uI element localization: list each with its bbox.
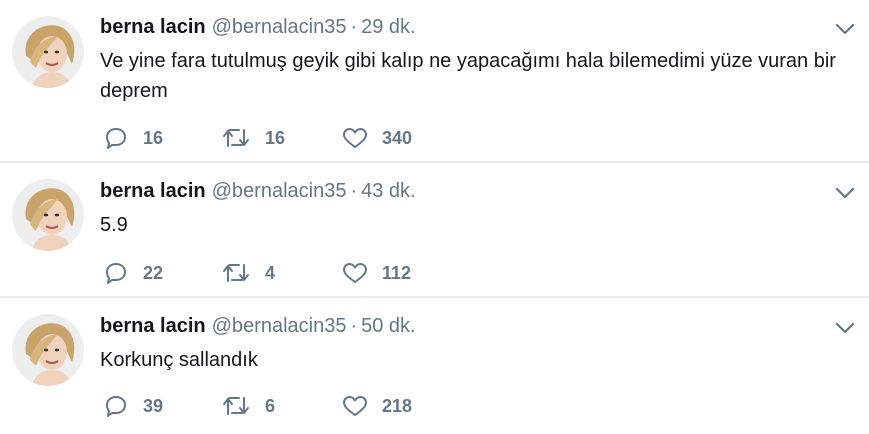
avatar[interactable] — [12, 179, 84, 251]
tweet-header: berna lacin @bernalacin35 · 50 dk. — [100, 314, 416, 338]
tweet[interactable]: berna lacin @bernalacin35 · 43 dk. 5.9 22 4 — [0, 162, 869, 297]
display-name[interactable]: berna lacin — [100, 16, 206, 38]
tweet-text: 5.9 — [100, 214, 128, 236]
like-count: 112 — [382, 262, 412, 283]
separator-dot: · — [350, 16, 358, 38]
heart-icon — [343, 396, 367, 416]
reply-icon — [106, 396, 126, 417]
tweet-header: berna lacin @bernalacin35 · 43 dk. — [100, 179, 416, 203]
avatar[interactable] — [12, 314, 84, 386]
heart-icon — [343, 263, 367, 283]
chevron-down-icon[interactable] — [835, 186, 855, 200]
retweet-count: 4 — [265, 262, 276, 283]
reply-button[interactable]: 16 — [103, 123, 163, 153]
avatar[interactable] — [12, 16, 84, 88]
retweet-count: 6 — [265, 395, 276, 416]
timestamp[interactable]: 50 dk. — [361, 315, 415, 337]
chevron-down-icon[interactable] — [835, 321, 855, 335]
user-handle[interactable]: @bernalacin35 — [212, 315, 347, 337]
retweet-icon — [223, 129, 249, 147]
tweet-text: Korkunç sallandık — [100, 349, 258, 371]
tweet[interactable]: berna lacin @bernalacin35 · 29 dk. Ve yine … — [0, 0, 869, 162]
tweet-text: Ve yine fara tutulmuş geyik gibi kalıp n… — [100, 50, 836, 102]
retweet-button[interactable]: 6 — [221, 391, 275, 421]
like-button[interactable]: 112 — [342, 258, 411, 288]
display-name[interactable]: berna lacin — [100, 315, 206, 337]
retweet-button[interactable]: 4 — [221, 258, 275, 288]
separator-dot: · — [350, 315, 358, 337]
reply-button[interactable]: 39 — [103, 391, 163, 421]
user-handle[interactable]: @bernalacin35 — [212, 180, 347, 202]
like-button[interactable]: 340 — [342, 123, 412, 153]
like-count: 340 — [382, 127, 413, 148]
reply-button[interactable]: 22 — [103, 258, 163, 288]
reply-count: 22 — [143, 262, 164, 283]
timestamp[interactable]: 43 dk. — [361, 180, 415, 202]
timeline: berna lacin @bernalacin35 · 29 dk. Ve yine … — [0, 0, 869, 434]
like-count: 218 — [382, 395, 413, 416]
like-button[interactable]: 218 — [342, 391, 412, 421]
retweet-icon — [223, 264, 249, 282]
reply-count: 16 — [143, 127, 164, 148]
reply-count: 39 — [143, 395, 164, 416]
chevron-down-icon[interactable] — [835, 22, 855, 36]
retweet-count: 16 — [265, 127, 286, 148]
retweet-button[interactable]: 16 — [221, 123, 285, 153]
timestamp[interactable]: 29 dk. — [361, 16, 415, 38]
user-handle[interactable]: @bernalacin35 — [212, 16, 347, 38]
retweet-icon — [223, 397, 249, 415]
separator-dot: · — [350, 180, 358, 202]
display-name[interactable]: berna lacin — [100, 180, 206, 202]
tweet[interactable]: berna lacin @bernalacin35 · 50 dk. Korkunç … — [0, 297, 869, 434]
tweet-header: berna lacin @bernalacin35 · 29 dk. — [100, 15, 416, 39]
reply-icon — [106, 128, 126, 149]
heart-icon — [343, 128, 367, 148]
reply-icon — [106, 263, 126, 284]
